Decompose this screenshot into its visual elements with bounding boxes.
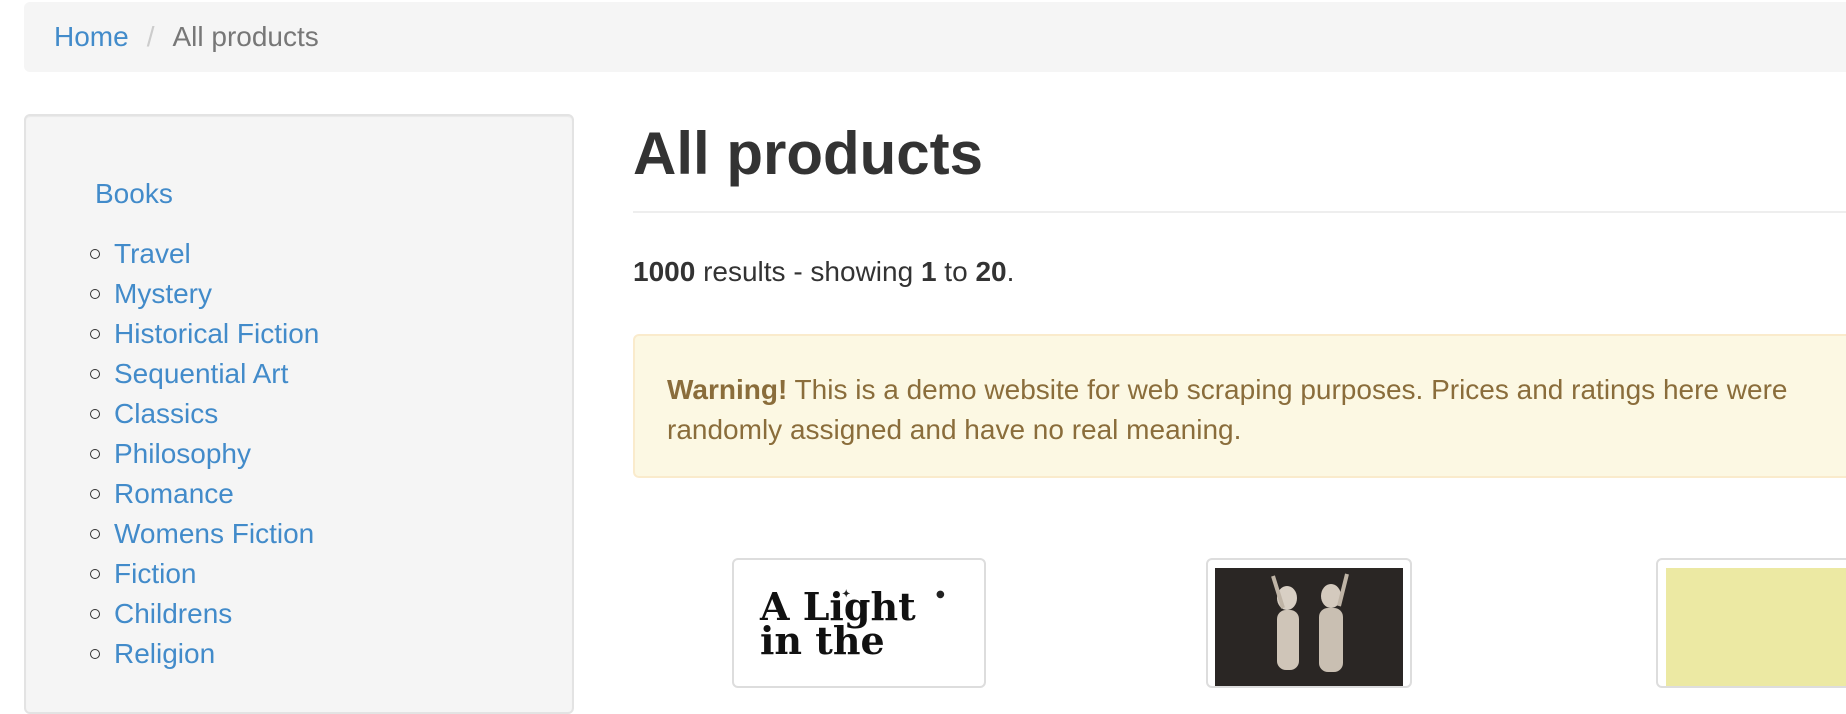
- category-link-mystery[interactable]: Mystery: [114, 278, 212, 309]
- sidebar-item-religion: Religion: [90, 634, 319, 674]
- category-link-sequential-art[interactable]: Sequential Art: [114, 358, 288, 389]
- list-bullet-icon: [90, 289, 100, 299]
- category-link-fiction[interactable]: Fiction: [114, 558, 196, 589]
- list-bullet-icon: [90, 649, 100, 659]
- category-list: Travel Mystery Historical Fiction Sequen…: [90, 234, 319, 674]
- breadcrumb-current: All products: [172, 21, 319, 52]
- sidebar-item-mystery: Mystery: [90, 274, 319, 314]
- cover-title: A Light in the: [760, 584, 916, 663]
- star-dot-icon: ●: [936, 589, 945, 600]
- product-thumbnail-1[interactable]: ✦ ● A Light in the: [732, 558, 986, 688]
- book-cover-image: ✦ ● A Light in the: [746, 570, 976, 686]
- results-text-3: .: [1006, 256, 1015, 287]
- category-link-childrens[interactable]: Childrens: [114, 598, 232, 629]
- category-link-travel[interactable]: Travel: [114, 238, 191, 269]
- sidebar-item-womens-fiction: Womens Fiction: [90, 514, 319, 554]
- category-link-womens-fiction[interactable]: Womens Fiction: [114, 518, 314, 549]
- category-link-classics[interactable]: Classics: [114, 398, 218, 429]
- category-link-philosophy[interactable]: Philosophy: [114, 438, 251, 469]
- sidebar-item-philosophy: Philosophy: [90, 434, 319, 474]
- category-link-religion[interactable]: Religion: [114, 638, 215, 669]
- sidebar-item-travel: Travel: [90, 234, 319, 274]
- list-bullet-icon: [90, 569, 100, 579]
- results-to: 20: [975, 256, 1007, 287]
- alert-label: Warning!: [667, 374, 788, 405]
- sidebar-item-childrens: Childrens: [90, 594, 319, 634]
- sidebar-item-historical-fiction: Historical Fiction: [90, 314, 319, 354]
- breadcrumb-separator: /: [146, 21, 155, 52]
- sidebar-item-sequential-art: Sequential Art: [90, 354, 319, 394]
- list-bullet-icon: [90, 249, 100, 259]
- sidebar-item-books[interactable]: Books: [95, 178, 173, 210]
- title-divider: [633, 211, 1846, 213]
- category-link-romance[interactable]: Romance: [114, 478, 234, 509]
- page-title: All products: [633, 120, 984, 187]
- book-cover-image: [1666, 568, 1846, 686]
- sidebar-item-romance: Romance: [90, 474, 319, 514]
- category-link-historical-fiction[interactable]: Historical Fiction: [114, 318, 319, 349]
- sidebar-item-fiction: Fiction: [90, 554, 319, 594]
- warning-alert: Warning! This is a demo website for web …: [633, 334, 1846, 478]
- product-thumbnail-2[interactable]: [1206, 558, 1412, 688]
- breadcrumb-home-link[interactable]: Home: [54, 21, 129, 53]
- product-thumbnail-3[interactable]: [1656, 558, 1846, 688]
- book-cover-image: [1215, 568, 1403, 686]
- breadcrumb: Home / All products: [24, 2, 1846, 72]
- list-bullet-icon: [90, 489, 100, 499]
- results-summary: 1000 results - showing 1 to 20.: [633, 256, 1014, 288]
- sidebar-item-classics: Classics: [90, 394, 319, 434]
- list-bullet-icon: [90, 329, 100, 339]
- cover-figures-icon: [1271, 573, 1349, 672]
- list-bullet-icon: [90, 409, 100, 419]
- results-text-2: to: [936, 256, 976, 287]
- results-from: 1: [920, 256, 937, 287]
- list-bullet-icon: [90, 529, 100, 539]
- results-text-1: results - showing: [695, 256, 921, 287]
- list-bullet-icon: [90, 609, 100, 619]
- list-bullet-icon: [90, 369, 100, 379]
- category-sidebar: Books Travel Mystery Historical Fiction …: [24, 114, 574, 714]
- list-bullet-icon: [90, 449, 100, 459]
- results-total: 1000: [633, 256, 696, 287]
- alert-message: This is a demo website for web scraping …: [667, 374, 1788, 445]
